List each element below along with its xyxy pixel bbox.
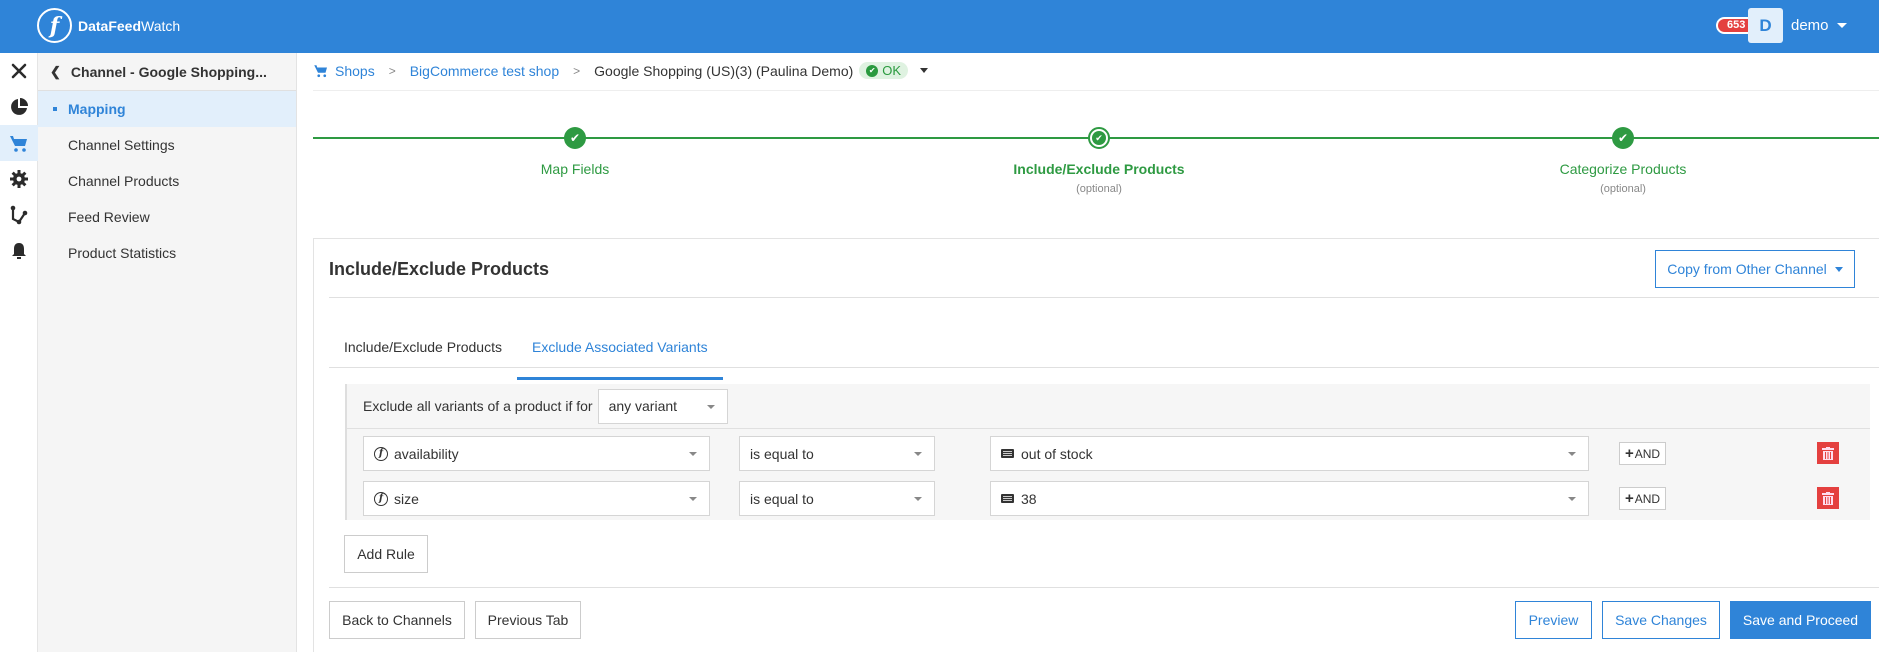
avatar[interactable]: D [1748,8,1783,43]
trash-icon [1822,491,1834,505]
brand-name: DataFeedWatch [78,17,181,34]
save-and-proceed-button[interactable]: Save and Proceed [1730,601,1871,639]
keyboard-icon [1001,449,1014,458]
chevron-left-icon: ❮ [50,63,61,79]
check-icon: ✔ [1088,127,1110,149]
bell-icon[interactable] [0,233,38,269]
rule-value-select[interactable]: out of stock [990,436,1589,471]
cart-icon[interactable] [0,125,38,161]
divider [329,587,1879,588]
tabs: Include/Exclude Products Exclude Associa… [329,317,723,380]
gear-icon[interactable] [0,161,38,197]
sidebar-item-mapping[interactable]: Mapping [38,91,296,127]
previous-tab-button[interactable]: Previous Tab [475,601,581,639]
include-exclude-card: Include/Exclude Products Copy from Other… [313,238,1879,652]
sidebar-item-feed-review[interactable]: Feed Review [38,199,296,235]
plus-icon: + [1624,445,1634,462]
keyboard-icon [1001,494,1014,503]
card-title: Include/Exclude Products [329,259,550,279]
add-rule-button[interactable]: Add Rule [344,535,428,573]
breadcrumb-separator: > [573,63,581,78]
back-to-channels-button[interactable]: Back to Channels [329,601,465,639]
chevron-down-icon [1836,23,1847,28]
divider [313,90,1879,91]
breadcrumb-shop[interactable]: BigCommerce test shop [410,63,559,79]
divider [329,367,1879,368]
chevron-down-icon [706,404,715,409]
status-badge: ✔ OK [859,62,909,79]
chevron-down-icon [1568,497,1576,501]
breadcrumb-current: Google Shopping (US)(3) (Paulina Demo) [594,62,854,79]
sidebar-item-channel-products[interactable]: Channel Products [38,163,296,199]
breadcrumb: Shops > BigCommerce test shop > Google S… [313,62,929,79]
sidebar-item-channel-settings[interactable]: Channel Settings [38,127,296,163]
tab-include-exclude-products[interactable]: Include/Exclude Products [329,317,517,377]
close-icon[interactable] [0,53,38,89]
function-icon: f [374,491,388,506]
top-bar: f DataFeedWatch 653 D demo [0,0,1879,53]
chevron-down-icon [1568,452,1576,456]
sidebar-title: Channel - Google Shopping... [70,63,267,80]
plus-icon: + [1624,490,1634,507]
check-icon: ✔ [1612,127,1634,149]
breadcrumb-shops[interactable]: Shops [335,63,375,79]
icon-rail [0,53,38,652]
username: demo [1791,17,1829,34]
sidebar-back-link[interactable]: ❮ Channel - Google Shopping... [38,53,296,91]
copy-from-other-channel-button[interactable]: Copy from Other Channel [1655,250,1855,288]
channel-dropdown-caret[interactable] [920,68,929,73]
rule-value-select[interactable]: 38 [990,481,1589,516]
function-icon: f [374,446,388,461]
check-circle-icon: ✔ [866,64,879,77]
pie-chart-icon[interactable] [0,89,38,125]
logo-icon: f [37,8,72,43]
chevron-down-icon [914,452,922,456]
rule-intro-label: Exclude all variants of a product if for [363,398,593,414]
delete-rule-button[interactable] [1817,487,1839,509]
logo[interactable]: f DataFeedWatch [37,8,180,43]
rule-operator-select[interactable]: is equal to [739,436,935,471]
check-icon: ✔ [564,127,586,149]
rule-field-select[interactable]: f size [363,481,710,516]
add-and-condition-button[interactable]: + AND [1619,442,1666,465]
step-include-exclude[interactable]: ✔ Include/Exclude Products (optional) [949,127,1249,195]
cart-icon [314,65,327,78]
save-changes-button[interactable]: Save Changes [1602,601,1720,639]
tab-exclude-associated-variants[interactable]: Exclude Associated Variants [516,317,723,380]
trash-icon [1822,446,1834,460]
chevron-down-icon [689,452,697,456]
delete-rule-button[interactable] [1817,442,1839,464]
divider [329,297,1879,298]
chevron-down-icon [914,497,922,501]
rule-group: Exclude all variants of a product if for… [345,384,1870,520]
breadcrumb-separator: > [388,63,396,78]
user-menu[interactable]: demo [1791,17,1847,34]
sidebar-item-product-statistics[interactable]: Product Statistics [38,235,296,271]
rule-field-select[interactable]: f availability [363,436,710,471]
chevron-down-icon [1834,266,1843,272]
preview-button[interactable]: Preview [1515,601,1592,639]
flow-icon[interactable] [0,197,38,233]
add-and-condition-button[interactable]: + AND [1619,487,1666,510]
step-map-fields[interactable]: ✔ Map Fields [425,127,725,177]
chevron-down-icon [689,497,697,501]
step-categorize[interactable]: ✔ Categorize Products (optional) [1473,127,1773,195]
rule-operator-select[interactable]: is equal to [739,481,935,516]
rule-header: Exclude all variants of a product if for… [347,384,1870,429]
variant-scope-select[interactable]: any variant [597,388,728,424]
sidebar: ❮ Channel - Google Shopping... Mapping C… [38,53,297,652]
